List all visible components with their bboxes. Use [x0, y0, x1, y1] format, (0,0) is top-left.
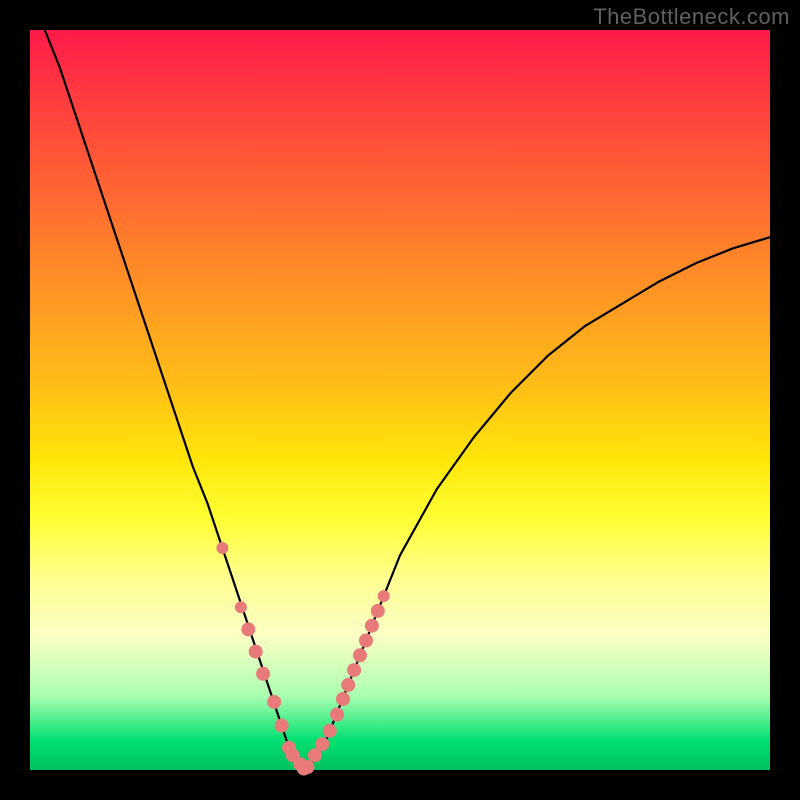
curve-marker — [275, 719, 289, 733]
curve-marker — [330, 708, 344, 722]
plot-area — [30, 30, 770, 770]
marker-group — [216, 542, 389, 776]
curve-marker — [315, 737, 329, 751]
curve-marker — [241, 622, 255, 636]
curve-layer — [30, 30, 770, 770]
watermark-text: TheBottleneck.com — [593, 4, 790, 30]
curve-marker — [371, 604, 385, 618]
curve-marker — [359, 634, 373, 648]
curve-marker — [341, 678, 355, 692]
curve-marker — [216, 542, 228, 554]
curve-marker — [347, 663, 361, 677]
curve-marker — [249, 645, 263, 659]
chart-stage: TheBottleneck.com — [0, 0, 800, 800]
curve-marker — [256, 667, 270, 681]
curve-marker — [323, 724, 337, 738]
curve-marker — [301, 760, 315, 774]
bottleneck-curve — [45, 30, 770, 769]
curve-marker — [235, 601, 247, 613]
curve-marker — [378, 590, 390, 602]
curve-marker — [267, 695, 281, 709]
curve-marker — [353, 648, 367, 662]
curve-marker — [336, 692, 350, 706]
curve-marker — [365, 619, 379, 633]
